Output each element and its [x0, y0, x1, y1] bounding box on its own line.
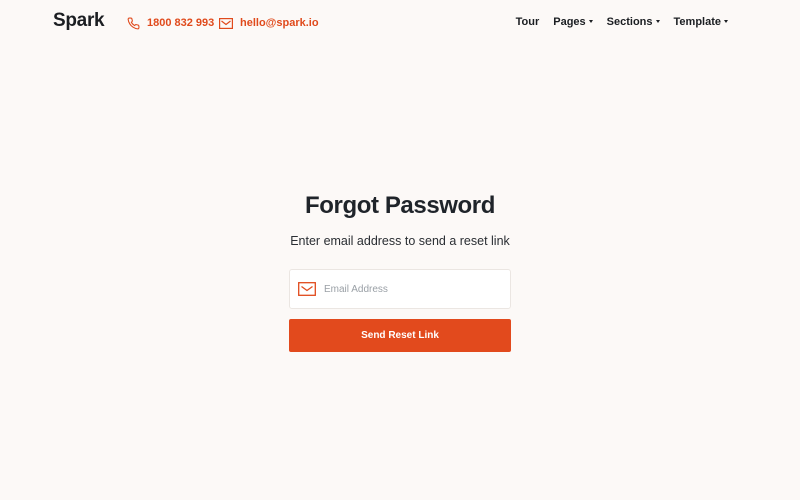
nav-item-label: Pages — [553, 16, 586, 28]
nav-item-label: Template — [673, 16, 721, 28]
nav-item-pages[interactable]: Pages — [553, 16, 593, 28]
email-field[interactable] — [289, 269, 511, 309]
caret-down-icon — [655, 20, 660, 23]
nav-item-label: Tour — [515, 16, 540, 28]
envelope-icon — [290, 282, 322, 296]
email-address: hello@spark.io — [240, 17, 319, 29]
phone-icon — [127, 17, 140, 30]
email-link[interactable]: hello@spark.io — [219, 15, 319, 31]
page-title: Forgot Password — [304, 192, 496, 219]
phone-link[interactable]: 1800 832 993 — [127, 15, 214, 31]
page-subtitle: Enter email address to send a reset link — [290, 234, 510, 248]
nav-item-label: Sections — [606, 16, 653, 28]
page: Spark 1800 832 993 hello@spark.io Tour P… — [0, 0, 800, 500]
email-input[interactable] — [322, 271, 492, 307]
logo[interactable]: Spark — [53, 10, 105, 32]
send-reset-link-button[interactable]: Send Reset Link — [289, 319, 511, 352]
site-header: Spark 1800 832 993 hello@spark.io Tour P… — [0, 0, 800, 46]
phone-number: 1800 832 993 — [147, 17, 215, 29]
envelope-icon — [219, 17, 233, 29]
main-nav: Tour Pages Sections Template — [516, 16, 728, 28]
caret-down-icon — [724, 20, 728, 23]
nav-item-template[interactable]: Template — [674, 16, 728, 28]
caret-down-icon — [588, 20, 593, 23]
nav-item-tour[interactable]: Tour — [516, 16, 540, 28]
nav-item-sections[interactable]: Sections — [607, 16, 660, 28]
